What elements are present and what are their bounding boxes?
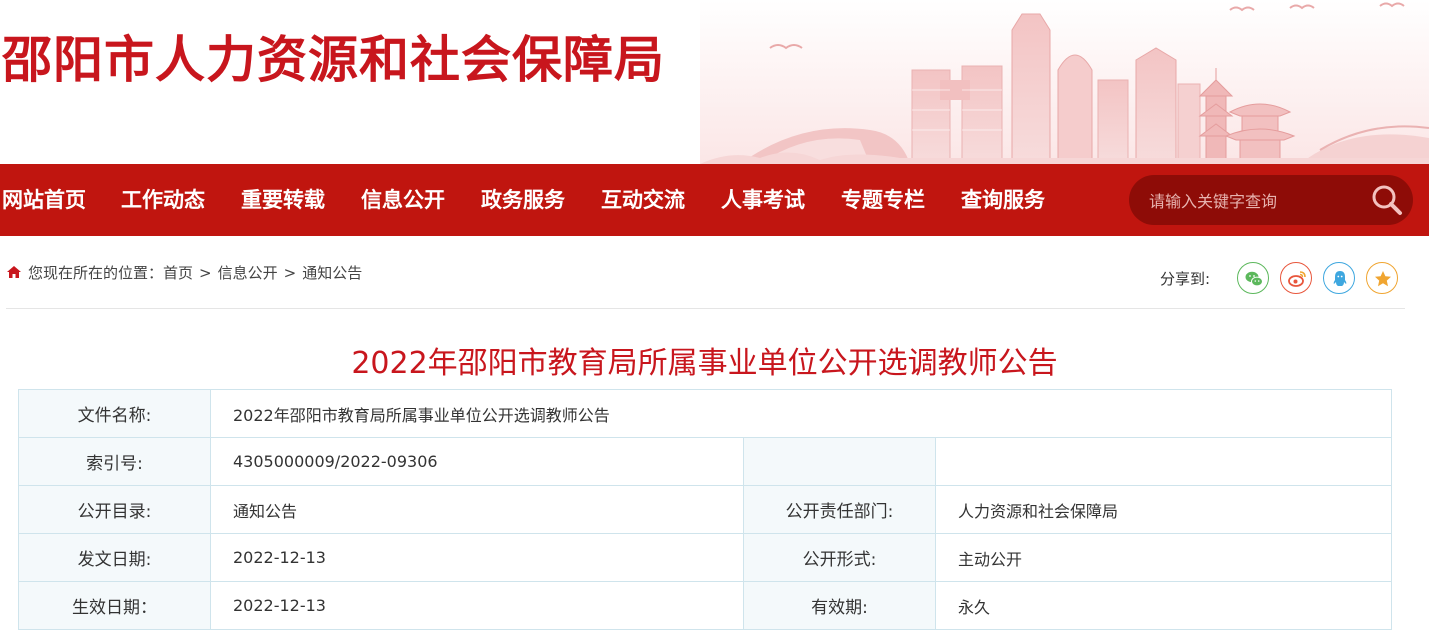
nav-item-work-news[interactable]: 工作动态 — [121, 164, 205, 236]
table-row: 发文日期: 2022-12-13 公开形式: 主动公开 — [18, 533, 1393, 582]
validity-value: 永久 — [934, 581, 1393, 630]
wechat-icon — [1245, 271, 1263, 287]
nav-item-home[interactable]: 网站首页 — [2, 164, 86, 236]
breadcrumb-notices[interactable]: 通知公告 — [302, 264, 362, 282]
nav-item-topics[interactable]: 专题专栏 — [841, 164, 925, 236]
site-title[interactable]: 邵阳市人力资源和社会保障局 — [2, 28, 665, 92]
breadcrumb-separator: > — [283, 264, 297, 282]
breadcrumb: 您现在所在的位置：首页 > 信息公开 > 通知公告 — [6, 262, 362, 284]
city-skyline-illustration — [700, 0, 1429, 164]
home-icon — [7, 266, 21, 278]
dept-label: 公开责任部门: — [743, 485, 936, 534]
search-icon — [1372, 185, 1402, 215]
catalog-label: 公开目录: — [18, 485, 211, 534]
share-favorite-button[interactable] — [1366, 262, 1398, 294]
search-box — [1129, 175, 1413, 225]
table-row: 公开目录: 通知公告 公开责任部门: 人力资源和社会保障局 — [18, 485, 1393, 534]
table-row: 索引号: 4305000009/2022-09306 — [18, 437, 1393, 486]
nav-item-interaction[interactable]: 互动交流 — [601, 164, 685, 236]
share-qq-button[interactable] — [1323, 262, 1355, 294]
index-value: 4305000009/2022-09306 — [210, 437, 744, 486]
nav-item-exams[interactable]: 人事考试 — [721, 164, 805, 236]
share-label: 分享到: — [1160, 270, 1211, 288]
breadcrumb-prefix: 您现在所在的位置： — [28, 264, 164, 282]
validity-label: 有效期: — [743, 581, 936, 630]
breadcrumb-home[interactable]: 首页 — [163, 264, 193, 282]
issue-date-label: 发文日期: — [18, 533, 211, 582]
empty-label-cell — [743, 437, 936, 486]
empty-value-cell — [934, 437, 1393, 486]
nav-item-query[interactable]: 查询服务 — [961, 164, 1045, 236]
nav-item-gov-service[interactable]: 政务服务 — [481, 164, 565, 236]
share-wechat-button[interactable] — [1237, 262, 1269, 294]
table-row: 生效日期： 2022-12-13 有效期: 永久 — [18, 581, 1393, 630]
index-label: 索引号: — [18, 437, 211, 486]
catalog-value: 通知公告 — [210, 485, 744, 534]
search-button[interactable] — [1369, 183, 1405, 217]
document-meta-table: 文件名称: 2022年邵阳市教育局所属事业单位公开选调教师公告 索引号: 430… — [18, 389, 1393, 630]
weibo-icon — [1288, 271, 1306, 287]
breadcrumb-info-public[interactable]: 信息公开 — [218, 264, 278, 282]
qq-icon — [1333, 271, 1347, 286]
form-value: 主动公开 — [934, 533, 1393, 582]
share-weibo-button[interactable] — [1280, 262, 1312, 294]
file-name-value: 2022年邵阳市教育局所属事业单位公开选调教师公告 — [209, 389, 1393, 438]
form-label: 公开形式: — [743, 533, 936, 582]
table-row: 文件名称: 2022年邵阳市教育局所属事业单位公开选调教师公告 — [18, 389, 1393, 438]
effective-date-label: 生效日期： — [18, 581, 211, 630]
nav-item-info-public[interactable]: 信息公开 — [361, 164, 445, 236]
search-input[interactable] — [1147, 185, 1371, 217]
article-title: 2022年邵阳市教育局所属事业单位公开选调教师公告 — [351, 346, 1058, 381]
effective-date-value: 2022-12-13 — [210, 581, 744, 630]
breadcrumb-separator: > — [199, 264, 212, 282]
divider — [6, 308, 1405, 309]
nav-item-reprints[interactable]: 重要转载 — [241, 164, 325, 236]
star-icon — [1375, 271, 1391, 287]
issue-date-value: 2022-12-13 — [210, 533, 744, 582]
dept-value: 人力资源和社会保障局 — [934, 485, 1393, 534]
file-name-label: 文件名称: — [18, 389, 211, 438]
header-banner: 邵阳市人力资源和社会保障局 — [0, 0, 1429, 164]
